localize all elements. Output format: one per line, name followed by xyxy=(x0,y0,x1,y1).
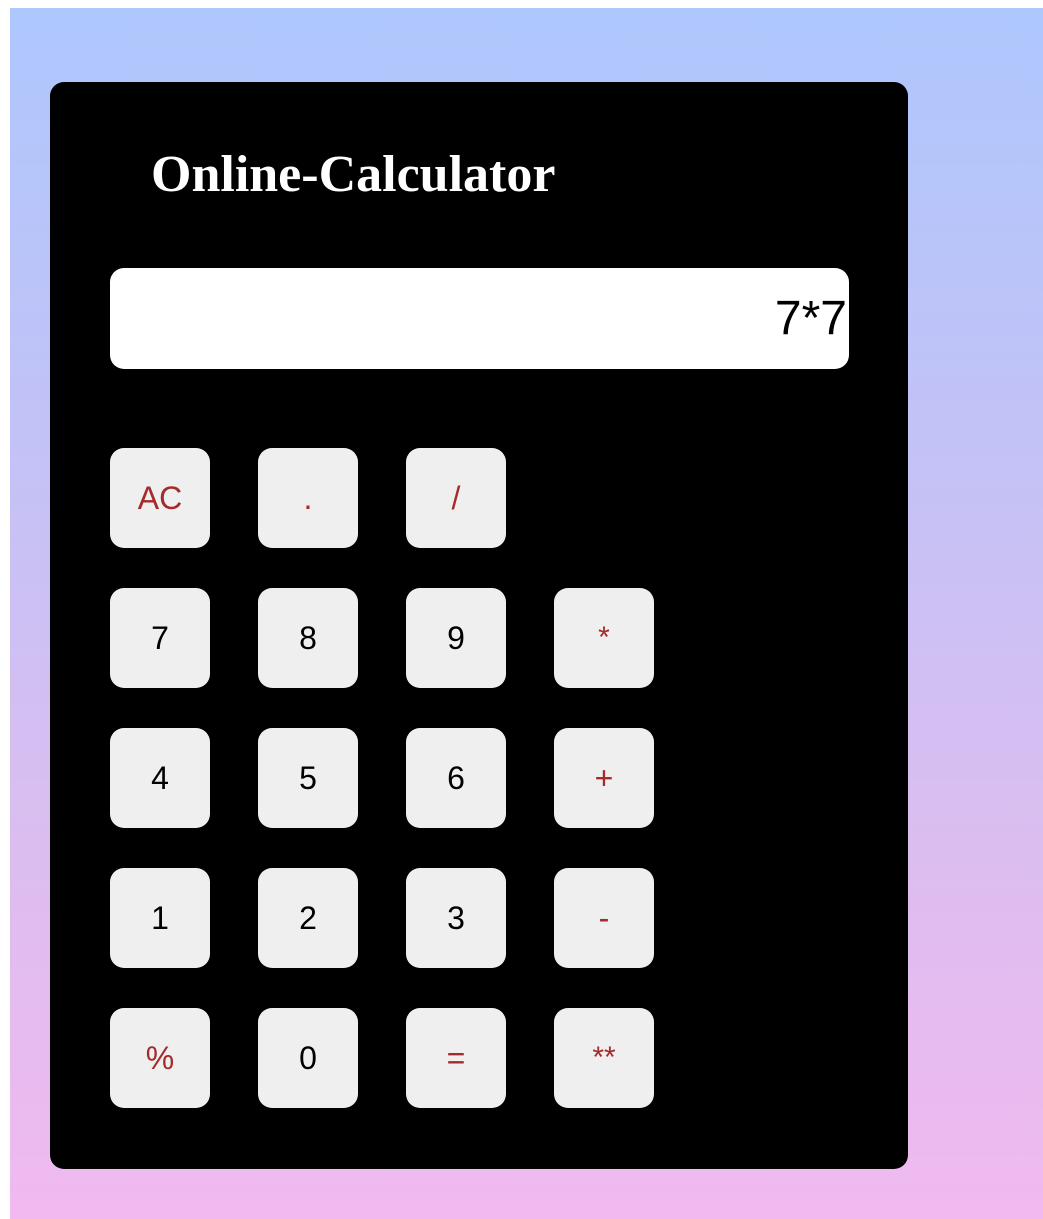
power-button[interactable]: ** xyxy=(554,1008,654,1108)
digit-5-button[interactable]: 5 xyxy=(258,728,358,828)
digit-4-button[interactable]: 4 xyxy=(110,728,210,828)
calculator-display[interactable] xyxy=(110,268,849,369)
digit-8-button[interactable]: 8 xyxy=(258,588,358,688)
digit-9-button[interactable]: 9 xyxy=(406,588,506,688)
percent-button[interactable]: % xyxy=(110,1008,210,1108)
page-background: Online-Calculator AC . / 7 8 9 * 4 5 6 +… xyxy=(10,8,1043,1219)
equals-button[interactable]: = xyxy=(406,1008,506,1108)
plus-button[interactable]: + xyxy=(554,728,654,828)
digit-2-button[interactable]: 2 xyxy=(258,868,358,968)
digit-7-button[interactable]: 7 xyxy=(110,588,210,688)
digit-0-button[interactable]: 0 xyxy=(258,1008,358,1108)
decimal-point-button[interactable]: . xyxy=(258,448,358,548)
minus-button[interactable]: - xyxy=(554,868,654,968)
calculator-title: Online-Calculator xyxy=(151,146,556,203)
multiply-button[interactable]: * xyxy=(554,588,654,688)
digit-6-button[interactable]: 6 xyxy=(406,728,506,828)
calculator-body: Online-Calculator AC . / 7 8 9 * 4 5 6 +… xyxy=(50,82,908,1169)
all-clear-button[interactable]: AC xyxy=(110,448,210,548)
digit-1-button[interactable]: 1 xyxy=(110,868,210,968)
digit-3-button[interactable]: 3 xyxy=(406,868,506,968)
divide-button[interactable]: / xyxy=(406,448,506,548)
